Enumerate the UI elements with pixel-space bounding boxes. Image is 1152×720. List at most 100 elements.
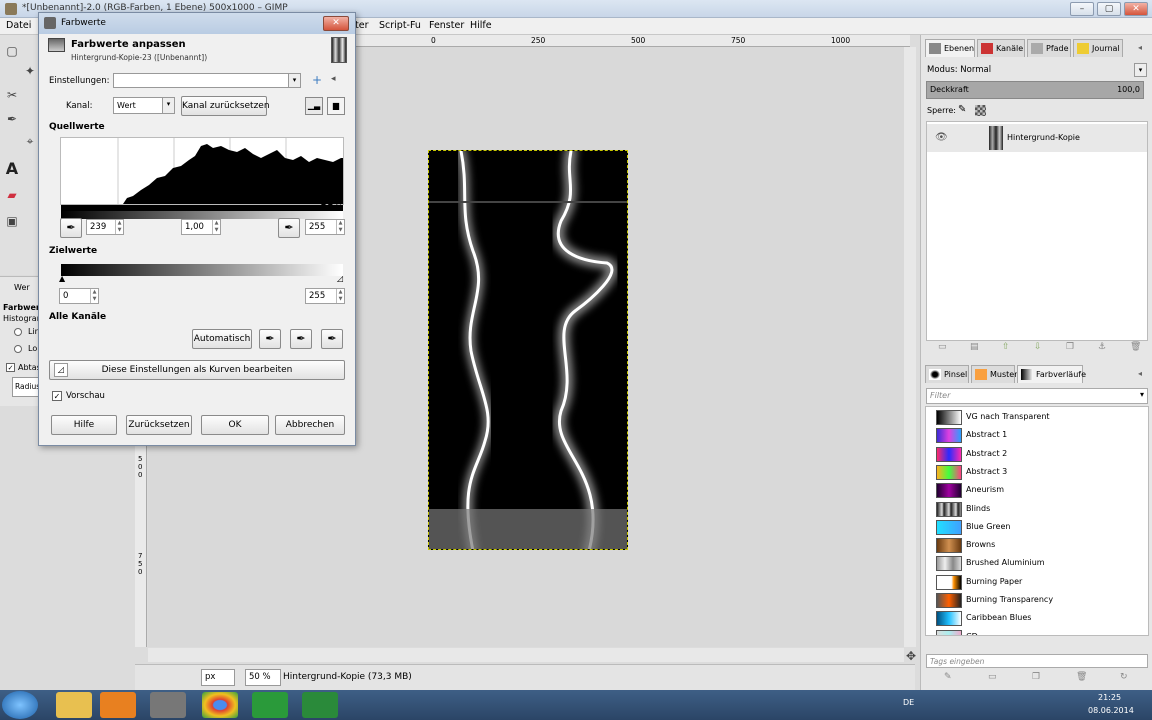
gimp-taskbar-icon[interactable]	[150, 692, 186, 718]
linear-histogram-icon[interactable]: ▁▃	[305, 97, 323, 115]
delete-gradient-icon[interactable]: 🗑	[1076, 672, 1087, 682]
tab-gradients[interactable]: Farbverläufe	[1017, 365, 1086, 383]
tab-channels[interactable]: Kanäle	[977, 39, 1025, 57]
tab-brushes[interactable]: Pinsel	[925, 365, 969, 383]
input-sliders-icon[interactable]: ▲▲◿	[320, 199, 341, 209]
vertical-scrollbar[interactable]	[904, 47, 916, 647]
gradient-item[interactable]: Burning Transparency	[932, 592, 1140, 610]
spin-arrows-icon[interactable]: ▲ ▼	[212, 220, 220, 234]
gradient-item[interactable]: Abstract 2	[932, 446, 1140, 464]
preview-checkbox[interactable]: ✓	[52, 391, 62, 401]
language-indicator[interactable]: DE	[903, 698, 914, 707]
gray-picker-icon[interactable]: ✒	[290, 329, 312, 349]
lock-alpha-icon[interactable]	[975, 105, 986, 116]
clock-time[interactable]: 21:25	[1098, 693, 1121, 702]
zoom-select[interactable]: 50 %	[245, 669, 281, 686]
tab-patterns[interactable]: Muster	[971, 365, 1018, 383]
spin-arrows-icon[interactable]: ▲ ▼	[90, 289, 98, 303]
fuzzy-select-icon[interactable]: ✦	[22, 63, 38, 79]
chevron-down-icon[interactable]: ▾	[1140, 390, 1144, 399]
gradient-item[interactable]: Caribbean Blues	[932, 610, 1140, 628]
tab-layers[interactable]: Ebenen	[925, 39, 975, 57]
black-picker-icon[interactable]: ✒	[259, 329, 281, 349]
rect-select-icon[interactable]: ▢	[4, 43, 20, 59]
delete-layer-icon[interactable]: 🗑	[1130, 342, 1141, 352]
gradient-item[interactable]: Burning Paper	[932, 574, 1140, 592]
reset-button[interactable]: Zurücksetzen	[126, 415, 192, 435]
lower-layer-icon[interactable]: ⇩	[1034, 342, 1042, 352]
minimize-button[interactable]: –	[1070, 2, 1094, 16]
chevron-down-icon[interactable]: ▾	[288, 74, 300, 87]
mode-dropdown[interactable]: ▾	[1134, 63, 1147, 77]
eraser-icon[interactable]: ▰	[4, 187, 20, 203]
new-gradient-icon[interactable]: ▭	[988, 672, 997, 682]
new-layer-icon[interactable]: ▭	[938, 342, 947, 352]
sample-merged-checkbox[interactable]: ✓	[6, 363, 15, 372]
duplicate-layer-icon[interactable]: ❐	[1066, 342, 1074, 352]
menu-window[interactable]: Fenster	[429, 20, 464, 31]
ok-button[interactable]: OK	[201, 415, 269, 435]
reset-channel-button[interactable]: Kanal zurücksetzen	[181, 96, 270, 116]
white-picker-icon[interactable]: ✒	[321, 329, 343, 349]
refresh-icon[interactable]: ↻	[1120, 672, 1128, 682]
input-low-spin[interactable]: 239 ▲ ▼	[86, 219, 124, 235]
tool-options-tab[interactable]: Wer	[14, 283, 30, 292]
output-low-spin[interactable]: 0 ▲ ▼	[59, 288, 99, 304]
log-histogram-icon[interactable]: ▆	[327, 97, 345, 115]
image-canvas[interactable]	[428, 150, 628, 550]
edit-as-curves-button[interactable]: ◿ Diese Einstellungen als Kurven bearbei…	[49, 360, 345, 380]
dialog-close-button[interactable]: ✕	[323, 16, 349, 31]
panel-menu-icon[interactable]: ◂	[1138, 43, 1142, 52]
menu-file[interactable]: Datei	[6, 20, 31, 31]
gradient-item[interactable]: CD	[932, 629, 1140, 635]
black-point-picker-icon[interactable]: ✒	[60, 218, 82, 238]
camtasia-icon[interactable]	[252, 692, 288, 718]
radio-linear[interactable]	[14, 328, 22, 336]
measure-icon[interactable]: ⌖	[22, 133, 38, 149]
raise-layer-icon[interactable]: ⇧	[1002, 342, 1010, 352]
camtasia-recorder-icon[interactable]	[302, 692, 338, 718]
close-button[interactable]: ✕	[1124, 2, 1148, 16]
paths-icon[interactable]: ✒	[4, 111, 20, 127]
horizontal-scrollbar[interactable]	[148, 648, 904, 662]
navigate-icon[interactable]: ✥	[906, 649, 916, 663]
gradient-item[interactable]: Aneurism	[932, 482, 1140, 500]
chrome-icon[interactable]	[202, 692, 238, 718]
tags-input[interactable]: Tags eingeben	[926, 654, 1148, 668]
add-preset-icon[interactable]: +	[312, 73, 322, 87]
chevron-down-icon[interactable]: ▾	[162, 98, 174, 113]
tab-journal[interactable]: Journal	[1073, 39, 1123, 57]
clone-icon[interactable]: ▣	[4, 213, 20, 229]
unit-select[interactable]: px	[201, 669, 235, 686]
settings-combo[interactable]: ▾	[113, 73, 301, 88]
gradient-item[interactable]: Abstract 1	[932, 427, 1140, 445]
gradient-item[interactable]: Brushed Aluminium	[932, 555, 1140, 573]
maximize-button[interactable]: ▢	[1097, 2, 1121, 16]
spin-arrows-icon[interactable]: ▲ ▼	[115, 220, 123, 234]
gradient-item[interactable]: Blinds	[932, 501, 1140, 519]
layer-row[interactable]: 👁 Hintergrund-Kopie	[927, 124, 1147, 152]
gradient-item[interactable]: Blue Green	[932, 519, 1140, 537]
channel-combo[interactable]: Wert ▾	[113, 97, 175, 114]
visibility-eye-icon[interactable]: 👁	[935, 132, 948, 143]
preset-menu-icon[interactable]: ◂	[331, 74, 336, 84]
cancel-button[interactable]: Abbrechen	[275, 415, 345, 435]
new-group-icon[interactable]: ▤	[970, 342, 979, 352]
gradient-item[interactable]: Abstract 3	[932, 464, 1140, 482]
menu-help[interactable]: Hilfe	[470, 20, 492, 31]
radius-field[interactable]: Radius	[12, 377, 40, 397]
media-player-icon[interactable]	[100, 692, 136, 718]
help-button[interactable]: Hilfe	[51, 415, 117, 435]
filter-input[interactable]: Filter ▾	[926, 388, 1148, 404]
clock-date[interactable]: 08.06.2014	[1088, 706, 1134, 715]
spin-arrows-icon[interactable]: ▲ ▼	[336, 289, 344, 303]
input-high-spin[interactable]: 255 ▲ ▼	[305, 219, 345, 235]
lock-pixels-icon[interactable]: ✎	[958, 104, 966, 115]
auto-button[interactable]: Automatisch	[192, 329, 252, 349]
spin-arrows-icon[interactable]: ▲ ▼	[336, 220, 344, 234]
edit-gradient-icon[interactable]: ✎	[944, 672, 952, 682]
radio-log[interactable]	[14, 345, 22, 353]
tab-paths[interactable]: Pfade	[1027, 39, 1071, 57]
output-high-slider-icon[interactable]: ◿	[337, 274, 343, 283]
gamma-spin[interactable]: 1,00 ▲ ▼	[181, 219, 221, 235]
